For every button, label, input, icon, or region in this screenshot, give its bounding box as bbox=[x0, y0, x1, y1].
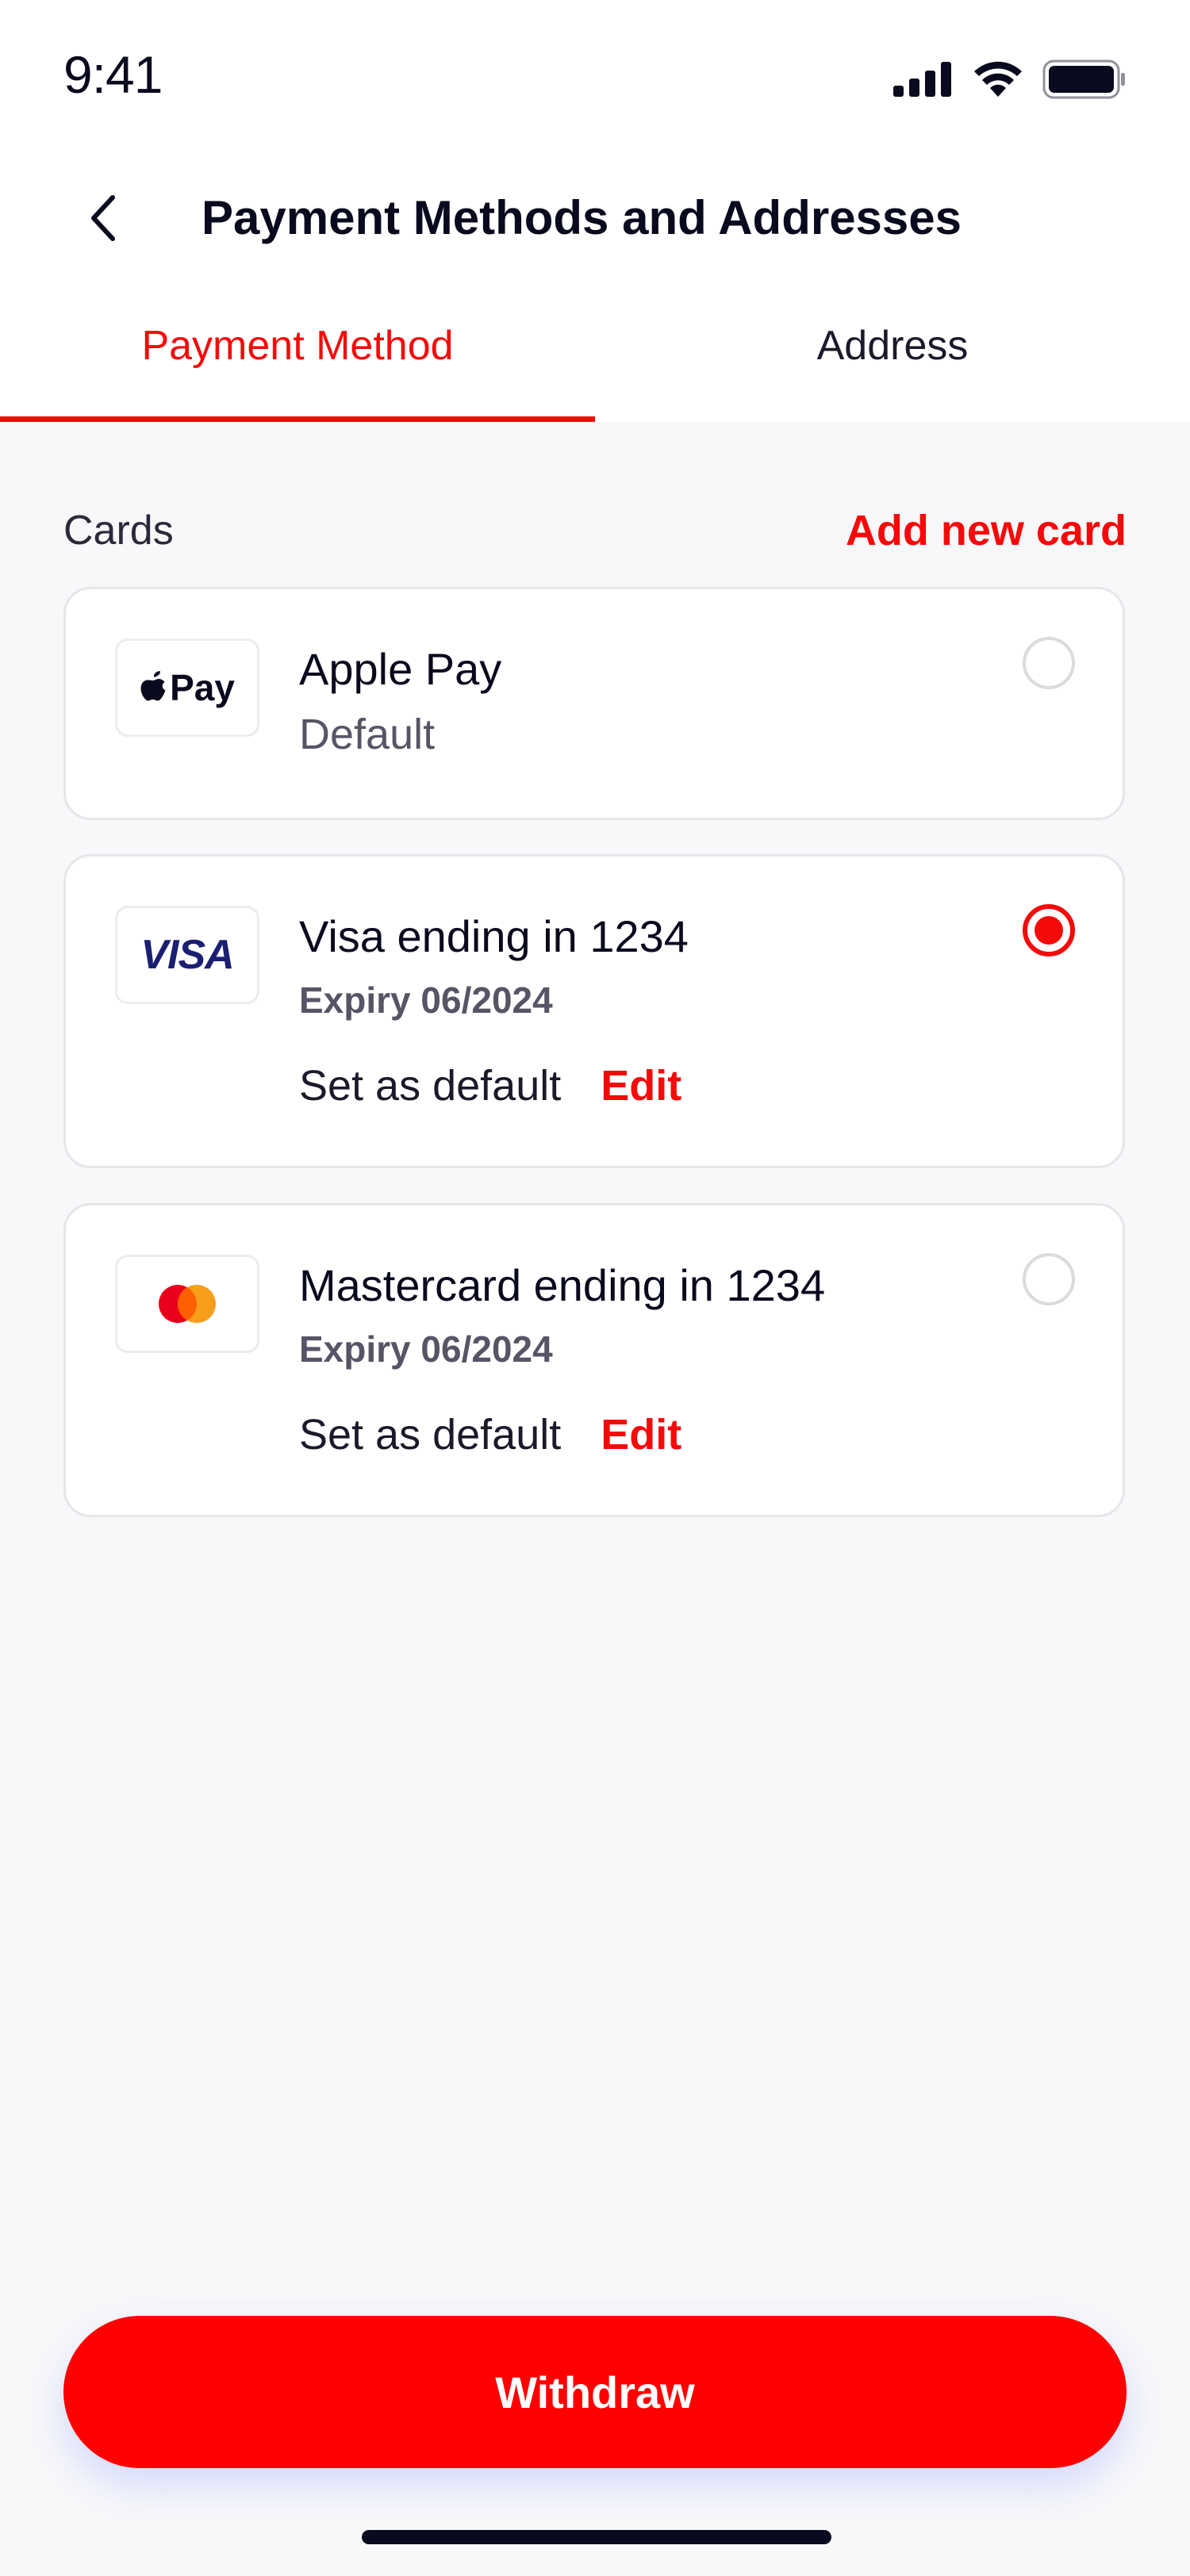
cellular-signal-icon bbox=[893, 62, 951, 97]
default-label: Default bbox=[299, 711, 436, 758]
battery-icon bbox=[1042, 59, 1125, 99]
apple-pay-logo-text: Pay bbox=[170, 667, 235, 708]
card-expiry: Expiry 06/2024 bbox=[299, 1328, 553, 1370]
tab-label: Address bbox=[816, 323, 969, 369]
add-new-card-link[interactable]: Add new card bbox=[846, 506, 1127, 555]
card-name: Apple Pay bbox=[299, 644, 502, 694]
apple-logo-icon bbox=[140, 671, 166, 701]
select-radio-apple-pay[interactable] bbox=[1023, 637, 1075, 689]
payment-card-mastercard[interactable]: Mastercard ending in 1234 Expiry 06/2024… bbox=[63, 1203, 1125, 1517]
tab-bar: Payment Method Address bbox=[0, 293, 1190, 422]
page-title: Payment Methods and Addresses bbox=[202, 191, 962, 244]
apple-pay-logo: Pay bbox=[115, 638, 259, 737]
select-radio-visa[interactable] bbox=[1023, 904, 1075, 956]
tab-payment-method[interactable]: Payment Method bbox=[0, 293, 595, 422]
card-expiry: Expiry 06/2024 bbox=[299, 979, 553, 1021]
payment-card-apple-pay[interactable]: Pay Apple Pay Default bbox=[63, 587, 1125, 820]
tab-address[interactable]: Address bbox=[595, 293, 1190, 422]
section-title: Cards bbox=[63, 508, 174, 554]
edit-card-button[interactable]: Edit bbox=[601, 1061, 681, 1110]
status-bar: 9:41 bbox=[0, 0, 1190, 151]
header-bar: Payment Methods and Addresses bbox=[0, 151, 1190, 293]
visa-logo: VISA bbox=[115, 906, 259, 1004]
cards-section-header: Cards Add new card bbox=[63, 503, 1127, 558]
chevron-left-icon bbox=[91, 195, 115, 241]
card-name: Visa ending in 1234 bbox=[299, 911, 689, 961]
visa-logo-text: VISA bbox=[140, 932, 234, 978]
back-button[interactable] bbox=[71, 182, 135, 254]
withdraw-button[interactable]: Withdraw bbox=[63, 2316, 1127, 2468]
wifi-icon bbox=[974, 61, 1022, 97]
set-as-default-button[interactable]: Set as default bbox=[299, 1410, 561, 1459]
card-name: Mastercard ending in 1234 bbox=[299, 1260, 826, 1310]
content-area: Cards Add new card Pay Apple Pay Default… bbox=[0, 422, 1190, 2576]
status-icons bbox=[893, 56, 1127, 103]
status-time: 9:41 bbox=[63, 45, 163, 104]
card-actions: Set as default Edit bbox=[299, 1061, 681, 1110]
mastercard-logo-icon bbox=[159, 1285, 216, 1323]
set-as-default-button[interactable]: Set as default bbox=[299, 1061, 561, 1110]
active-tab-indicator bbox=[0, 416, 595, 422]
mastercard-logo bbox=[115, 1255, 259, 1353]
home-indicator bbox=[362, 2530, 831, 2544]
select-radio-mastercard[interactable] bbox=[1023, 1253, 1075, 1305]
payment-card-visa[interactable]: VISA Visa ending in 1234 Expiry 06/2024 … bbox=[63, 854, 1125, 1168]
edit-card-button[interactable]: Edit bbox=[601, 1410, 681, 1459]
tab-label: Payment Method bbox=[141, 323, 454, 369]
payment-methods-screen: 9:41 Payment Methods and Addresses Payme… bbox=[0, 0, 1190, 2576]
card-actions: Set as default Edit bbox=[299, 1410, 681, 1459]
